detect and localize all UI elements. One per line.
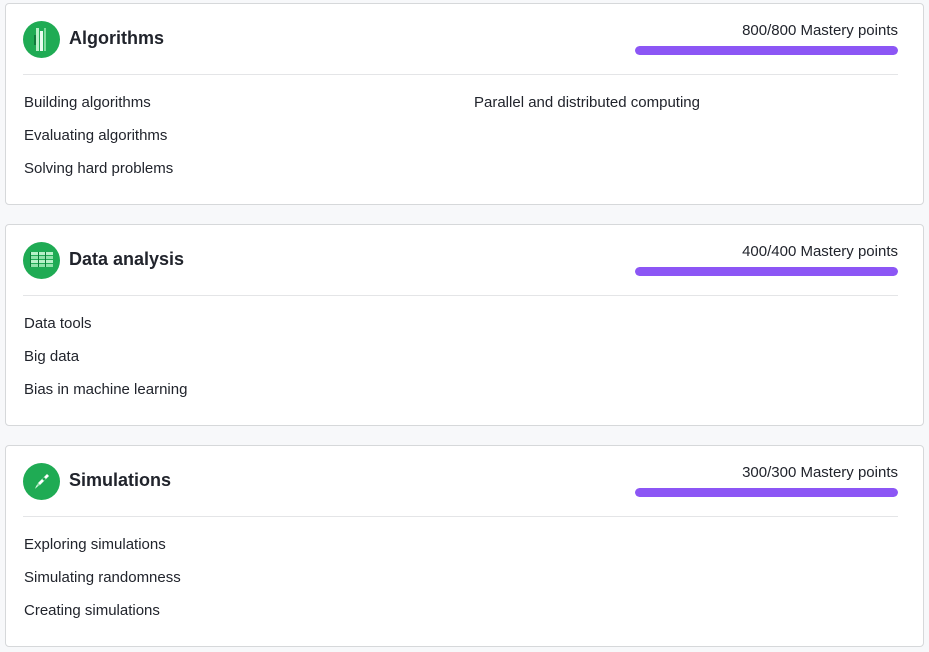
course-card-header: Algorithms 800/800 Mastery points: [23, 4, 898, 75]
course-card-header: Simulations 300/300 Mastery points: [23, 446, 898, 517]
unit-link-building-algorithms[interactable]: Building algorithms: [24, 94, 151, 111]
course-title[interactable]: Simulations: [69, 470, 171, 491]
mastery-points-text: 800/800 Mastery points: [742, 22, 898, 39]
unit-link-simulating-randomness[interactable]: Simulating randomness: [24, 569, 181, 586]
mastery-progress-bar: [635, 267, 898, 276]
mastery-progress-bar: [635, 488, 898, 497]
course-card-data-analysis: Data analysis 400/400 Mastery points Dat…: [5, 224, 924, 426]
unit-link-big-data[interactable]: Big data: [24, 348, 79, 365]
mastery-points-text: 300/300 Mastery points: [742, 464, 898, 481]
course-card-algorithms: Algorithms 800/800 Mastery points Buildi…: [5, 3, 924, 205]
mastery-progress-bar: [635, 46, 898, 55]
mastery-progress-fill: [635, 267, 898, 276]
algorithms-icon: [23, 21, 60, 58]
unit-link-exploring-simulations[interactable]: Exploring simulations: [24, 536, 166, 553]
rocket-icon: [23, 463, 60, 500]
unit-link-parallel-distributed-computing[interactable]: Parallel and distributed computing: [474, 94, 700, 111]
unit-link-creating-simulations[interactable]: Creating simulations: [24, 602, 160, 619]
mastery-progress-fill: [635, 488, 898, 497]
mastery-points-text: 400/400 Mastery points: [742, 243, 898, 260]
unit-link-data-tools[interactable]: Data tools: [24, 315, 92, 332]
course-title[interactable]: Algorithms: [69, 28, 164, 49]
data-table-icon: [23, 242, 60, 279]
course-title[interactable]: Data analysis: [69, 249, 184, 270]
unit-link-solving-hard-problems[interactable]: Solving hard problems: [24, 160, 173, 177]
unit-link-evaluating-algorithms[interactable]: Evaluating algorithms: [24, 127, 167, 144]
mastery-progress-fill: [635, 46, 898, 55]
course-card-header: Data analysis 400/400 Mastery points: [23, 225, 898, 296]
unit-link-bias-in-machine-learning[interactable]: Bias in machine learning: [24, 381, 187, 398]
course-card-simulations: Simulations 300/300 Mastery points Explo…: [5, 445, 924, 647]
